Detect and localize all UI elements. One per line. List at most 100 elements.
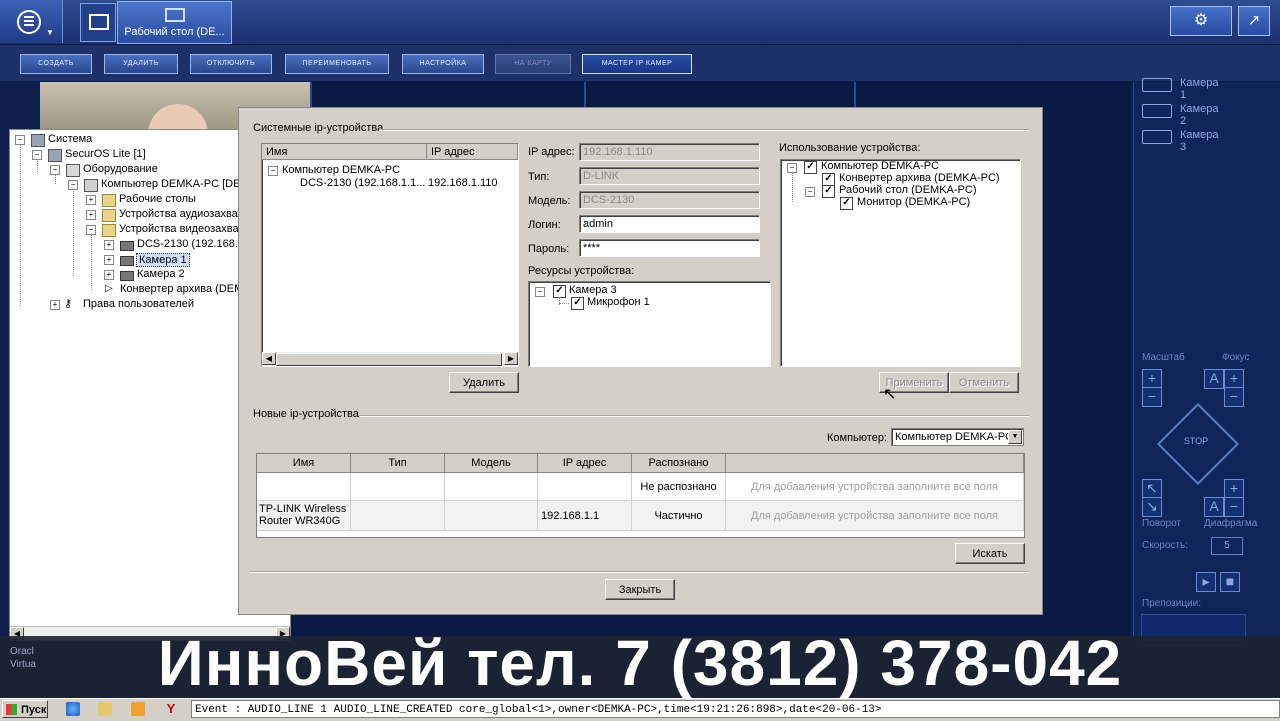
scale-label: Масштаб [1142,352,1185,363]
column-header-model[interactable]: Модель [445,454,538,473]
rotate-button[interactable]: ↖ [1142,479,1162,499]
rotate-label: Поворот [1142,518,1181,529]
checkbox-computer[interactable]: ✓ [804,161,817,174]
system-devices-list[interactable]: Имя IP адрес − Компьютер DEMKA-PC DCS-213… [261,143,519,367]
column-header-ip[interactable]: IP адрес [538,454,632,473]
cancel-button[interactable]: Отменить [949,372,1019,393]
list-item[interactable]: DCS-2130 (192.168.1.1... [300,177,425,189]
usage-tree[interactable]: − ✓ Компьютер DEMKA-PC ✓ Конвертер архив… [780,159,1021,367]
checkbox-monitor[interactable]: ✓ [840,197,853,210]
column-header-recognized[interactable]: Распознано [632,454,726,473]
resources-label: Ресурсы устройства: [528,265,635,277]
camera-icon [1142,78,1172,92]
zoom-in-button[interactable]: + [1142,369,1162,389]
cell-recognized: Не распознано [632,473,726,501]
camera-icon [1142,130,1172,144]
stop-button[interactable]: ■ [1220,572,1240,592]
expand-icon: ↗ [1247,12,1261,29]
resource-microphone-1: Микрофон 1 [587,296,650,308]
cell-ip[interactable]: 192.168.1.1 [538,501,632,531]
speed-input[interactable]: 5 [1211,537,1243,555]
cell-ip[interactable] [538,473,632,501]
ip-field[interactable] [579,143,760,161]
folder-icon [102,209,116,222]
cell-type[interactable] [351,501,445,531]
password-field[interactable] [579,239,760,257]
cell-type[interactable] [351,473,445,501]
yandex-icon[interactable]: Y [164,702,178,716]
delete-button[interactable]: УДАЛИТЬ [104,54,178,74]
ptz-control[interactable]: STOP [1156,402,1240,486]
usage-computer: Компьютер DEMKA-PC [821,160,940,172]
column-header-name[interactable]: Имя [262,144,427,160]
list-horizontal-scrollbar[interactable]: ◀ ▶ [262,352,518,366]
media-player-icon[interactable] [131,702,145,716]
new-devices-group-title: Новые ip-устройства [253,408,359,420]
play-button[interactable]: ▸ [1196,572,1216,592]
column-header-type[interactable]: Тип [351,454,445,473]
disable-button[interactable]: ОТКЛЮЧИТЬ [190,54,272,74]
desktop-tab-label: Рабочий стол (DE... [124,26,225,38]
login-label: Логин: [528,219,561,231]
column-header-hint [726,454,1024,473]
menu-icon [17,10,41,34]
ip-camera-wizard-button[interactable]: МАСТЕР IP КАМЕР [582,54,692,74]
model-field[interactable] [579,191,760,209]
delete-device-button[interactable]: Удалить [449,372,519,393]
iris-close-button[interactable]: − [1224,497,1244,517]
chevron-down-icon[interactable]: ▼ [1008,430,1022,444]
browser-icon[interactable] [66,702,80,716]
column-header-ip[interactable]: IP адрес [427,144,518,160]
computer-select[interactable]: Компьютер DEMKA-PC ▼ [891,428,1024,446]
type-field[interactable] [579,167,760,185]
folder-icon [102,224,116,237]
expand-button[interactable]: ↗ [1238,6,1270,36]
play-icon: ▷ [105,283,113,294]
close-button[interactable]: Закрыть [605,579,675,600]
column-header-name[interactable]: Имя [257,454,351,473]
main-menu-button[interactable]: ▼ [0,0,63,43]
model-label: Модель: [528,195,571,207]
checkbox-desktop[interactable]: ✓ [822,185,835,198]
usage-archive-converter: Конвертер архива (DEMKA-PC) [839,172,1000,184]
ip-label: IP адрес: [528,146,575,158]
server-icon [48,149,62,162]
iris-auto-button[interactable]: A [1204,497,1224,517]
scroll-left-icon[interactable]: ◀ [262,352,276,365]
cell-name[interactable] [257,473,351,501]
resource-camera-3: Камера 3 [569,284,617,296]
focus-in-button[interactable]: + [1224,369,1244,389]
create-button[interactable]: СОЗДАТЬ [20,54,92,74]
focus-auto-button[interactable]: A [1204,369,1224,389]
cell-model[interactable] [445,501,538,531]
search-button[interactable]: Искать [955,543,1025,564]
cell-hint: Для добавления устройства заполните все … [726,473,1024,501]
fullscreen-button[interactable] [80,3,116,42]
list-item[interactable]: − Компьютер DEMKA-PC [268,164,400,176]
type-label: Тип: [528,171,550,183]
desktop-tab[interactable]: Рабочий стол (DE... [117,1,232,44]
start-button[interactable]: Пуск [2,700,48,718]
iris-open-button[interactable]: + [1224,479,1244,499]
password-label: Пароль: [528,243,570,255]
camera-icon [120,256,134,266]
cell-name[interactable]: TP-LINK Wireless Router WR340G [257,501,351,531]
computer-icon [84,179,98,192]
scroll-right-icon[interactable]: ▶ [504,352,518,365]
rotate-back-button[interactable]: ↘ [1142,497,1162,517]
focus-label: Фокус [1222,352,1250,363]
usage-monitor: Монитор (DEMKA-PC) [857,196,971,208]
settings-tool-button[interactable]: НАСТРОЙКА [402,54,484,74]
ptz-stop-button[interactable]: STOP [1156,436,1236,446]
key-icon: ⚷ [64,298,73,310]
rename-button[interactable]: ПЕРЕИМЕНОВАТЬ [285,54,389,74]
checkbox-microphone-1[interactable]: ✓ [571,297,584,310]
to-map-button[interactable]: НА КАРТУ [495,54,571,74]
cell-model[interactable] [445,473,538,501]
settings-button[interactable]: ⚙ [1170,6,1232,36]
presets-label: Препозиции: [1142,598,1202,609]
login-field[interactable] [579,215,760,233]
system-devices-group-title: Системные ip-устройства [253,122,384,134]
folder-icon[interactable] [98,702,112,716]
resources-tree[interactable]: − ✓ Камера 3 ✓ Микрофон 1 [528,281,771,367]
